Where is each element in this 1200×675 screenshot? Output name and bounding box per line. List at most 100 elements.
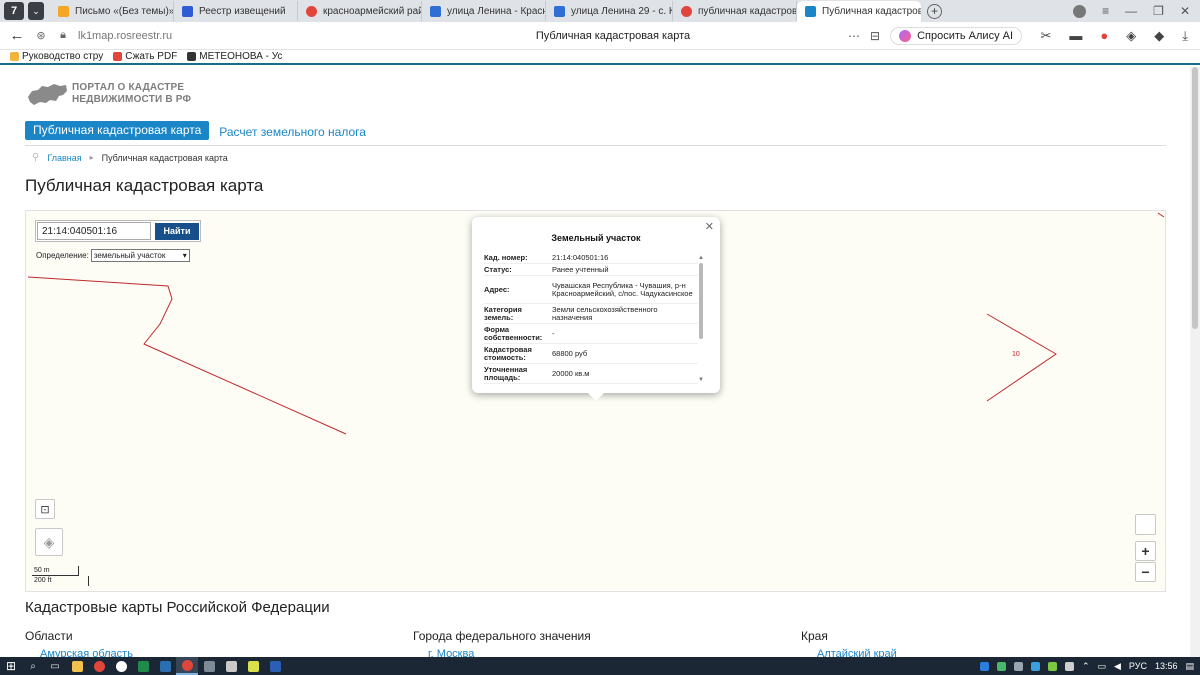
alice-label: Спросить Алису AI	[917, 29, 1014, 42]
measure-tool-icon[interactable]: ⊡	[35, 499, 55, 519]
minimize-icon[interactable]: —	[1125, 4, 1137, 18]
hat-extension-icon[interactable]: ▬	[1069, 28, 1082, 44]
red-extension-icon[interactable]: ●	[1100, 28, 1108, 44]
yandex-app-icon[interactable]: 7	[4, 2, 24, 20]
excel-icon[interactable]	[132, 657, 154, 675]
tab-lenina-29[interactable]: улица Ленина 29 - с. Крас	[546, 1, 673, 21]
nav-public-cadastral-map[interactable]: Публичная кадастровая карта	[25, 121, 210, 140]
bookmark-icon[interactable]: ⊟	[870, 29, 880, 43]
tab-public-cadastral-map[interactable]: Публичная кадастрова ✕	[797, 1, 921, 22]
calculator-icon[interactable]	[198, 657, 220, 675]
yandex-browser-icon[interactable]	[176, 657, 198, 675]
city-link[interactable]: г. Москва	[428, 648, 474, 657]
file-explorer-icon[interactable]	[66, 657, 88, 675]
notes-icon[interactable]	[242, 657, 264, 675]
protect-icon[interactable]: ⊛	[32, 29, 50, 42]
close-icon[interactable]: ✕	[705, 220, 714, 233]
tab-label: красноармейский район	[323, 5, 421, 17]
close-window-icon[interactable]: ✕	[1180, 4, 1190, 18]
popup-pointer	[588, 393, 604, 401]
property-row: Категория земель: Земли сельскохозяйстве…	[484, 304, 698, 324]
volume-icon[interactable]: ◀	[1114, 661, 1121, 672]
task-view-icon[interactable]: ▭	[44, 657, 66, 675]
layers-icon[interactable]: ◈	[35, 528, 63, 556]
tab-label: улица Ленина 29 - с. Крас	[571, 5, 672, 17]
tab-search-krasnoarmeysky[interactable]: красноармейский район	[298, 1, 422, 21]
zoom-out-button[interactable]: −	[1135, 562, 1156, 582]
clock[interactable]: 13:56	[1155, 661, 1178, 671]
tabs-dropdown-chevron-icon[interactable]: ⌄	[28, 2, 44, 20]
address-bar: ← ⊛ 🔒︎ lk1map.rosreestr.ru Публичная кад…	[0, 22, 1200, 50]
ask-alice-button[interactable]: Спросить Алису AI	[890, 26, 1023, 45]
definition-select[interactable]: земельный участок ▾	[90, 249, 190, 262]
page-scrollbar[interactable]	[1190, 67, 1200, 657]
url-text[interactable]: lk1map.rosreestr.ru	[78, 30, 278, 42]
zoom-in-button[interactable]: +	[1135, 541, 1156, 561]
regions-heading: Области	[25, 629, 73, 643]
popup-scroll-thumb[interactable]	[699, 263, 703, 339]
folder-icon	[10, 52, 19, 61]
logo-line-2: НЕДВИЖИМОСТИ В РФ	[72, 94, 192, 105]
chrome-icon[interactable]	[88, 657, 110, 675]
parcel-boundary-east	[986, 313, 1057, 402]
region-link[interactable]: Амурская область	[40, 648, 133, 657]
fullscreen-toggle-icon[interactable]	[1135, 514, 1156, 535]
tray-app-icon[interactable]	[996, 661, 1006, 671]
bookmark-meteonova[interactable]: МЕТЕОНОВА - Ус	[187, 51, 282, 62]
breadcrumb-current: Публичная кадастровая карта	[101, 152, 228, 163]
page-title-in-addressbar[interactable]: Публичная кадастровая карта	[378, 30, 848, 42]
app-icon[interactable]	[154, 657, 176, 675]
yandex-icon[interactable]	[110, 657, 132, 675]
krai-link[interactable]: Алтайский край	[817, 648, 897, 657]
browser-tab-bar: 7 ⌄ Письмо «(Без темы)» — П Реестр извещ…	[0, 0, 1200, 22]
tab-label: публичная кадастровая	[698, 5, 797, 17]
tray-app-icon[interactable]	[979, 661, 989, 671]
word-icon[interactable]	[264, 657, 286, 675]
tray-app-icon[interactable]	[1064, 661, 1074, 671]
scroll-up-arrow-icon[interactable]: ▲	[698, 255, 704, 261]
definition-row: Определение: земельный участок ▾	[36, 249, 190, 262]
tray-app-icon[interactable]	[1030, 661, 1040, 671]
find-button[interactable]: Найти	[155, 222, 199, 240]
bookmark-guide[interactable]: Руководство стру	[10, 51, 103, 62]
search-icon[interactable]: ⌕	[22, 657, 44, 675]
language-indicator[interactable]: РУС	[1129, 661, 1147, 671]
menu-hamburger-icon[interactable]: ≡	[1102, 4, 1109, 18]
parcel-info-popup: ✕ Земельный участок Кад. номер: 21:14:04…	[472, 217, 720, 393]
printer-icon[interactable]	[220, 657, 242, 675]
tray-app-icon[interactable]	[1013, 661, 1023, 671]
restore-icon[interactable]: ❐	[1153, 4, 1164, 18]
tab-lenina-street[interactable]: улица Ленина - Красноар	[422, 1, 546, 21]
windows-start-icon[interactable]: ⊞	[0, 657, 22, 675]
page-title: Публичная кадастровая карта	[25, 176, 264, 195]
extension-icon[interactable]: ✂	[1040, 28, 1051, 44]
notifications-icon[interactable]: ▤	[1185, 661, 1194, 672]
download-icon[interactable]: ⤓	[1182, 28, 1188, 44]
tab-mail[interactable]: Письмо «(Без темы)» — П	[50, 1, 174, 21]
bookmark-label: Руководство стру	[22, 51, 104, 62]
pdf-icon	[113, 52, 123, 61]
tray-chevron-icon[interactable]: ⌃	[1082, 661, 1090, 672]
page-scroll-thumb[interactable]	[1192, 67, 1198, 329]
popup-scrollbar[interactable]: ▲ ▼	[698, 255, 704, 383]
profile-avatar[interactable]	[1073, 4, 1087, 18]
bookmark-compress-pdf[interactable]: Сжать PDF	[113, 51, 177, 62]
portal-logo[interactable]: ПОРТАЛ О КАДАСТРЕ НЕДВИЖИМОСТИ В РФ	[26, 81, 191, 107]
tab-label: Реестр извещений	[199, 5, 286, 17]
shield-extension-icon[interactable]: ◆	[1154, 28, 1164, 44]
tab-registry[interactable]: Реестр извещений	[174, 1, 298, 21]
cadastral-map[interactable]: 10 Найти Определение: земельный участок …	[25, 210, 1166, 592]
new-tab-plus-icon[interactable]: +	[927, 3, 942, 19]
tab-public-cadastral-search[interactable]: публичная кадастровая	[673, 1, 797, 21]
more-dots-icon[interactable]: ⋯	[848, 29, 860, 43]
nav-land-tax-calc[interactable]: Расчет земельного налога	[209, 121, 376, 143]
cadastral-number-input[interactable]	[37, 222, 151, 240]
scroll-down-arrow-icon[interactable]: ▼	[698, 377, 704, 383]
tray-app-icon[interactable]	[1047, 661, 1057, 671]
back-arrow-icon[interactable]: ←	[6, 27, 28, 44]
network-icon[interactable]: ▭	[1097, 661, 1106, 672]
puzzle-extension-icon[interactable]: ◈	[1126, 28, 1136, 44]
lock-icon[interactable]: 🔒︎	[54, 29, 72, 42]
property-key: Адрес:	[484, 284, 510, 294]
breadcrumb-home[interactable]: Главная	[47, 153, 81, 163]
